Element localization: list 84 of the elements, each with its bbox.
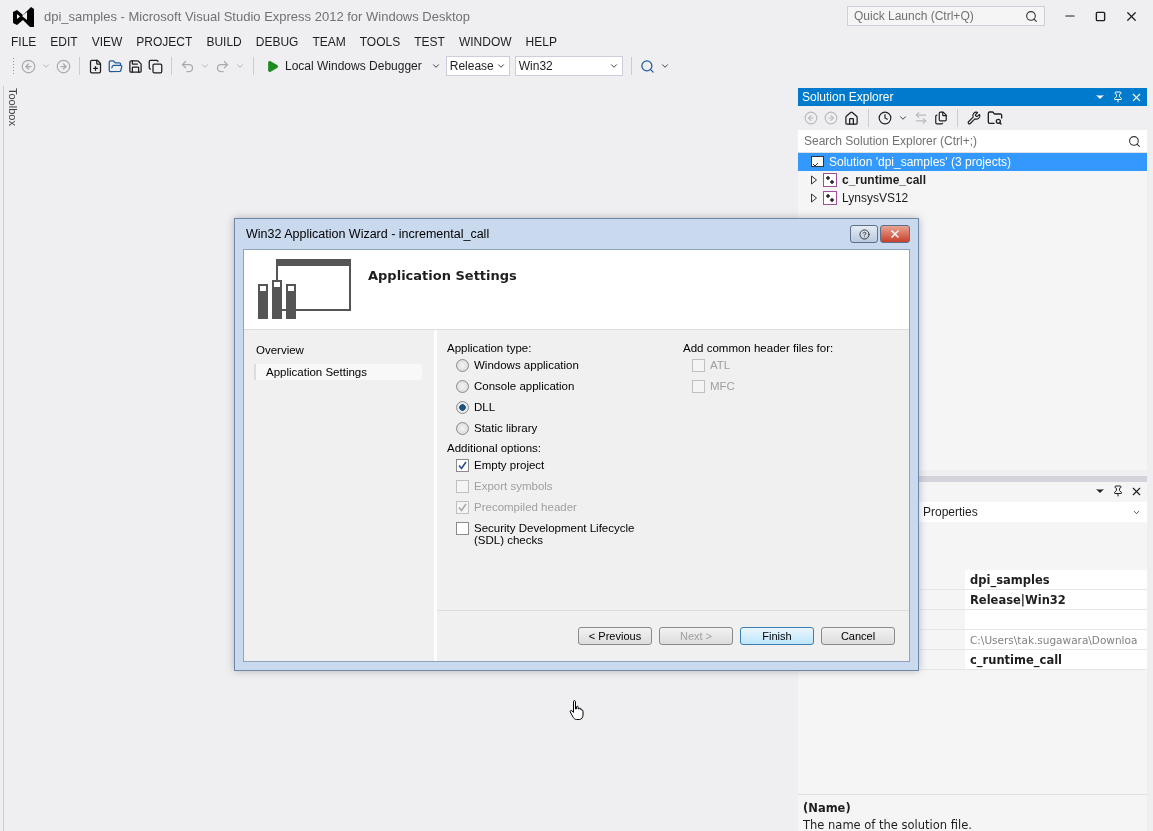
clock-icon[interactable]: [878, 111, 892, 125]
home-icon[interactable]: [844, 110, 859, 126]
menu-item[interactable]: TOOLS: [352, 35, 408, 49]
group-label: Application type:: [447, 342, 533, 354]
option-label: Export symbols: [474, 479, 553, 492]
tree-node[interactable]: LynsysVS12: [798, 189, 1147, 207]
menu-item[interactable]: WINDOW: [451, 35, 519, 49]
option-label: Console application: [474, 379, 575, 392]
description-text: The name of the solution file.: [803, 818, 973, 831]
solution-icon: [810, 155, 824, 169]
option-label: DLL: [474, 400, 496, 413]
property-value[interactable]: C:\Users\tak.sugawara\Downloa: [965, 630, 1147, 649]
open-folder-icon[interactable]: [108, 58, 123, 74]
wizard-nav-link[interactable]: Overview: [254, 342, 422, 358]
option-label: Windows application: [474, 358, 579, 371]
radio-button[interactable]: [456, 422, 469, 435]
caret-icon: [608, 61, 619, 71]
menu-item[interactable]: FILE: [4, 35, 44, 49]
group-label: Additional options:: [447, 442, 542, 454]
option-label: MFC: [710, 379, 735, 392]
save-all-icon[interactable]: [148, 58, 163, 74]
window-title: dpi_samples - Microsoft Visual Studio Express 2012 for Windows Desktop: [44, 8, 472, 24]
quick-launch-field[interactable]: Quick Launch (Ctrl+Q): [847, 6, 1045, 26]
project-icon: [823, 191, 837, 205]
property-value[interactable]: c_runtime_call: [965, 650, 1147, 669]
dialog-title: Win32 Application Wizard - incremental_call: [245, 227, 490, 241]
check-icon: [458, 461, 467, 470]
wizard-button[interactable]: Cancel: [821, 627, 895, 645]
caret-icon: [495, 61, 506, 71]
option-label: Precompiled header: [474, 500, 577, 513]
save-icon[interactable]: [128, 58, 143, 74]
find-icon[interactable]: [639, 58, 655, 74]
menu-item[interactable]: DEBUG: [248, 35, 306, 49]
group-label: Add common header files for:: [683, 342, 835, 354]
toolbar-grip[interactable]: [12, 57, 16, 75]
expander-icon[interactable]: [810, 175, 818, 185]
menu-item[interactable]: TEST: [407, 35, 452, 49]
radio-button[interactable]: [456, 380, 469, 393]
menu-item[interactable]: TEAM: [305, 35, 353, 49]
option-label: Security Development Lifecycle (SDL) checks: [474, 521, 636, 546]
help-button[interactable]: [850, 225, 878, 243]
help-icon: [858, 228, 870, 240]
pin-icon[interactable]: [1112, 485, 1124, 497]
search-icon: [1025, 9, 1038, 23]
option-label: Empty project: [474, 458, 545, 471]
menu-item[interactable]: EDIT: [43, 35, 85, 49]
search-icon: [1128, 134, 1141, 148]
page-heading: Application Settings: [368, 268, 517, 283]
checkbox[interactable]: [456, 459, 469, 472]
check-icon: [458, 503, 467, 512]
settings-icon[interactable]: [967, 111, 981, 125]
menu-item[interactable]: VIEW: [84, 35, 130, 49]
expander-icon[interactable]: [810, 193, 818, 203]
hand-cursor-icon: [569, 699, 585, 721]
start-debugger-button[interactable]: Local Windows Debugger: [262, 59, 426, 73]
description-title: (Name): [803, 801, 852, 815]
collapse-all-icon[interactable]: [934, 111, 948, 125]
checkbox[interactable]: [456, 522, 469, 535]
maximize-icon[interactable]: [1095, 10, 1106, 22]
menu-item[interactable]: BUILD: [199, 35, 249, 49]
property-value[interactable]: Release|Win32: [965, 590, 1147, 609]
wizard-nav-link[interactable]: Application Settings: [254, 364, 422, 380]
radio-button[interactable]: [456, 401, 469, 414]
configuration-dropdown[interactable]: Release: [445, 56, 510, 76]
play-icon: [266, 59, 279, 73]
option-label: Static library: [474, 421, 538, 434]
toolbox-tab[interactable]: Toolbox: [2, 86, 18, 831]
folder-search-icon[interactable]: [987, 110, 1003, 126]
close-icon: [889, 228, 901, 240]
new-file-icon[interactable]: [88, 58, 103, 74]
search-field[interactable]: Search Solution Explorer (Ctrl+;): [798, 130, 1147, 153]
logo-icon: [12, 5, 34, 27]
radio-button[interactable]: [456, 359, 469, 372]
option-label: ATL: [710, 358, 731, 371]
platform-dropdown[interactable]: Win32: [514, 56, 623, 76]
panel-title-bar: Solution Explorer: [798, 88, 1147, 106]
menu-item[interactable]: PROJECT: [129, 35, 200, 49]
tree-node[interactable]: c_runtime_call: [798, 171, 1147, 189]
menu-item[interactable]: HELP: [518, 35, 564, 49]
wizard-button[interactable]: < Previous: [578, 627, 652, 645]
close-button[interactable]: [880, 225, 910, 243]
project-icon: [823, 173, 837, 187]
property-value[interactable]: dpi_samples: [965, 570, 1147, 589]
wizard-button[interactable]: Finish: [740, 627, 814, 645]
